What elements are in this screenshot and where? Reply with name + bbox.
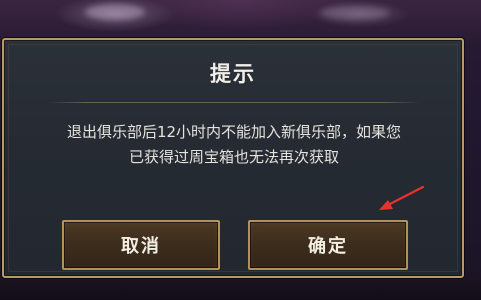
background-bottom <box>0 280 481 300</box>
background-blob <box>85 4 145 20</box>
red-annotation-arrow-icon <box>379 185 425 210</box>
dialog-title: 提示 <box>210 62 256 86</box>
arrow-shaft <box>384 185 425 208</box>
confirm-button[interactable]: 确定 <box>248 220 408 270</box>
cancel-button[interactable]: 取消 <box>62 220 220 270</box>
message-line-2: 已获得过周宝箱也无法再次获取 <box>128 148 339 166</box>
club-leave-warning-dialog: 提示 退出俱乐部后12小时内不能加入新俱乐部，如果您 已获得过周宝箱也无法再次获… <box>2 38 464 278</box>
message-line-1: 退出俱乐部后12小时内不能加入新俱乐部，如果您 <box>66 123 402 141</box>
game-screen: 提示 退出俱乐部后12小时内不能加入新俱乐部，如果您 已获得过周宝箱也无法再次获… <box>0 0 481 300</box>
dialog-message: 退出俱乐部后12小时内不能加入新俱乐部，如果您 已获得过周宝箱也无法再次获取 <box>28 120 440 170</box>
background-blob <box>320 6 390 20</box>
title-divider <box>48 102 420 103</box>
blurred-game-background <box>0 0 481 40</box>
arrow-head <box>379 200 393 210</box>
